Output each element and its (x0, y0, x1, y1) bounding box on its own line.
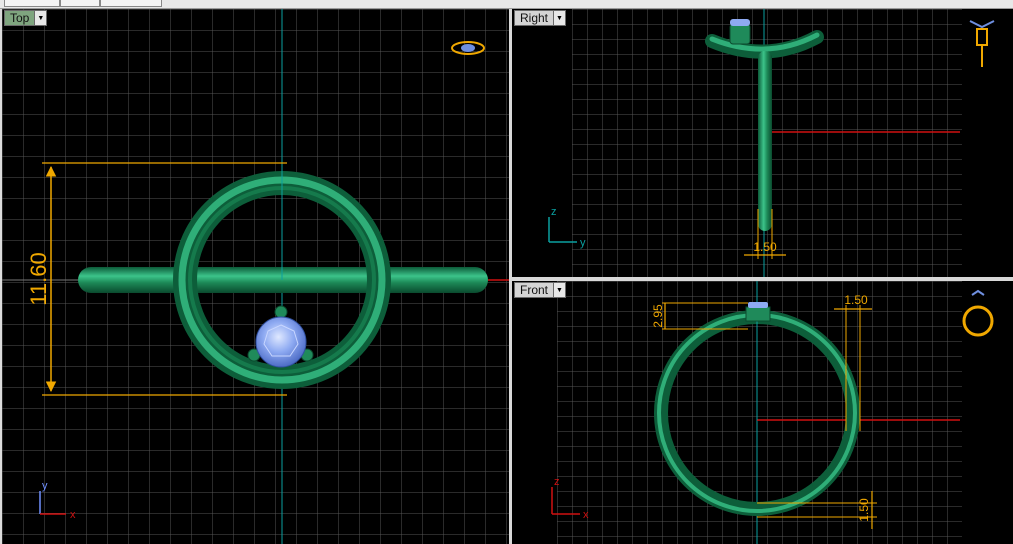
viewport-top[interactable]: 11.60 y x Top ▼ (2, 9, 509, 544)
toolbar-tab[interactable] (4, 0, 60, 7)
front-view-canvas[interactable]: 2.95 1.50 1.50 z x (512, 281, 1013, 544)
viewport-name: Right (520, 11, 549, 25)
chevron-down-icon[interactable]: ▼ (553, 11, 566, 25)
dimension-label: 2.95 (651, 304, 665, 328)
ring-shank[interactable] (78, 267, 488, 293)
dimension-label: 11.60 (26, 252, 51, 305)
axis-z-label: z (554, 476, 560, 488)
viewport-label-top[interactable]: Top ▼ (4, 10, 48, 26)
prong (274, 305, 288, 319)
top-toolbar-strip (0, 0, 1013, 9)
axis-x-label: x (583, 509, 589, 521)
viewport-name: Top (10, 11, 30, 25)
chevron-down-icon[interactable]: ▼ (34, 11, 47, 25)
right-view-canvas[interactable]: 1.50 z y (512, 9, 1013, 277)
axis-x-label: x (70, 509, 76, 521)
toolbar-tab[interactable] (60, 0, 100, 7)
dimension-label: 1.50 (857, 498, 871, 522)
gem[interactable] (748, 302, 768, 308)
viewport-name: Front (520, 283, 549, 297)
viewport-label-right[interactable]: Right ▼ (514, 10, 567, 26)
viewport-right[interactable]: 1.50 z y Right ▼ (512, 9, 1013, 277)
viewport-label-front[interactable]: Front ▼ (514, 282, 567, 298)
toolbar-tab[interactable] (100, 0, 162, 7)
axis-y-label: y (580, 237, 586, 249)
axis-y-label: y (42, 480, 48, 492)
axis-z-label: z (551, 206, 557, 218)
top-view-canvas[interactable]: 11.60 y x (2, 9, 509, 544)
ring-band[interactable] (758, 51, 772, 231)
dimension-label: 1.50 (844, 293, 868, 307)
chevron-down-icon[interactable]: ▼ (553, 283, 566, 297)
gem[interactable] (730, 19, 750, 26)
dimension-label: 1.50 (753, 240, 777, 254)
viewport-front[interactable]: 2.95 1.50 1.50 z x Front ▼ (512, 281, 1013, 544)
